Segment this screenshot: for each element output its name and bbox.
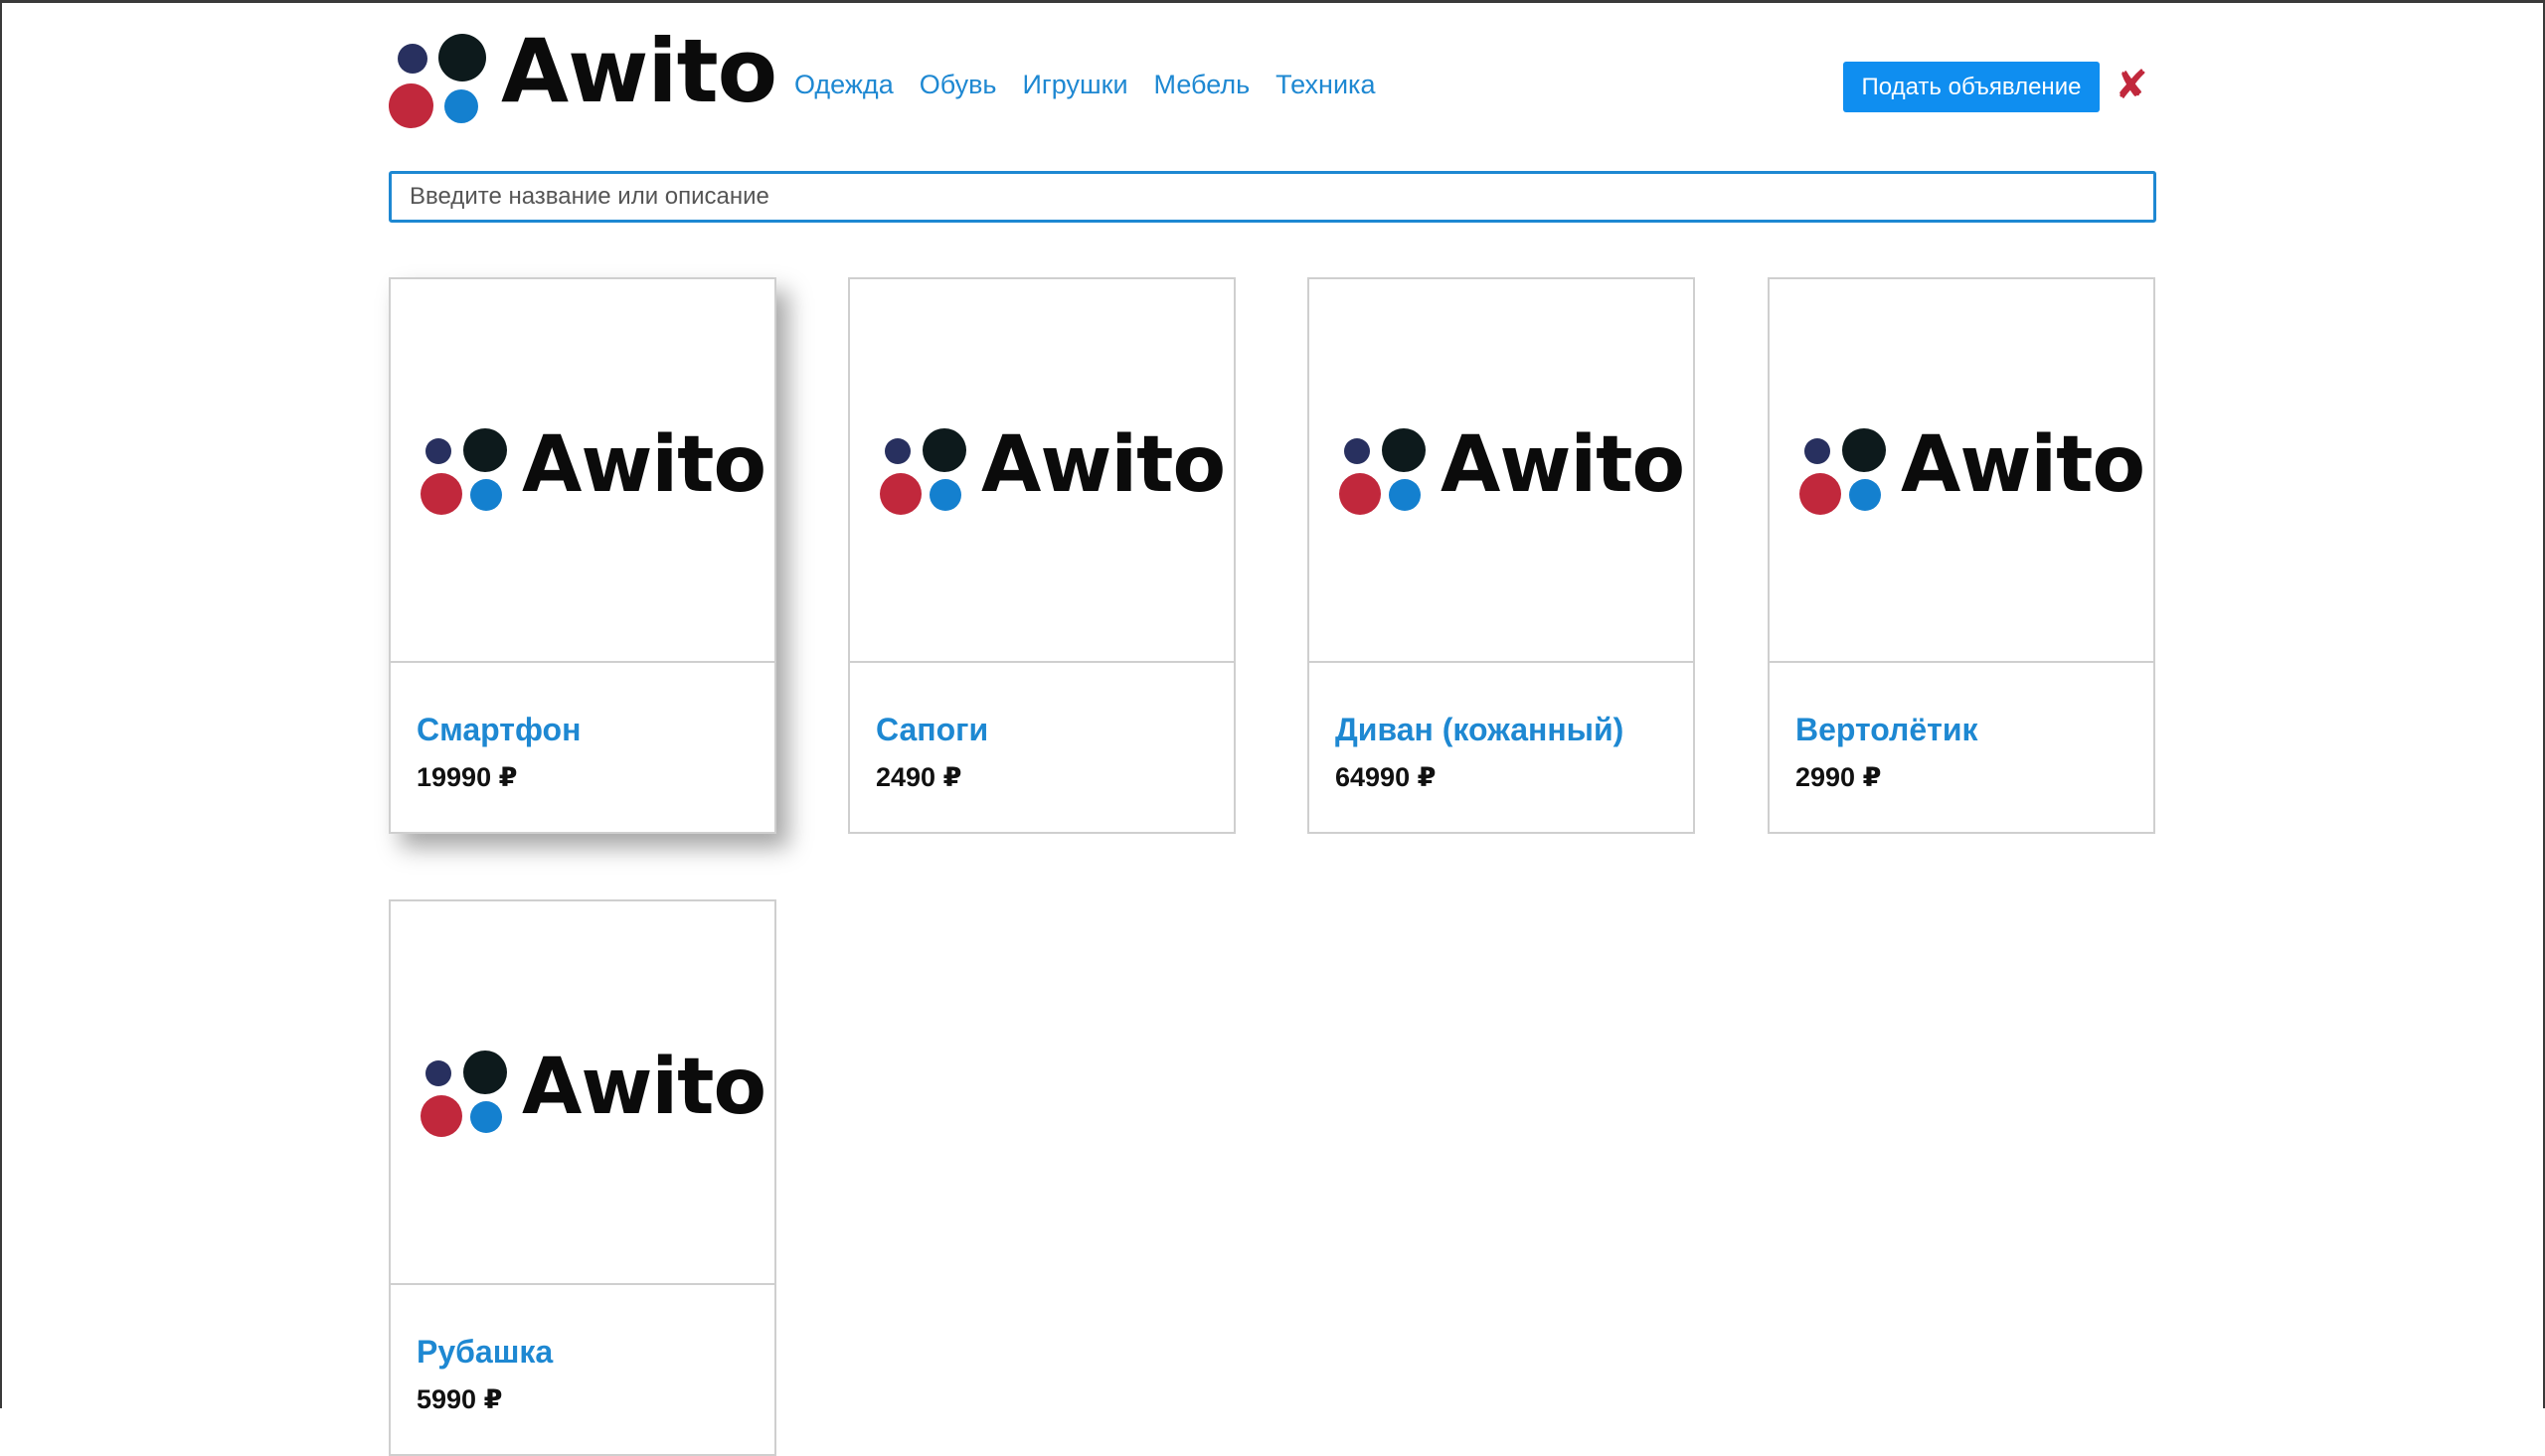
category-nav: Одежда Обувь Игрушки Мебель Техника <box>794 70 1375 100</box>
logo-dot-navy <box>425 1060 451 1086</box>
nav-link-toys[interactable]: Игрушки <box>1023 70 1128 100</box>
placeholder-logo: Awito <box>1799 426 2145 518</box>
logo-dot-navy <box>1804 438 1830 464</box>
listing-body: Смартфон 19990 ₽ <box>391 663 774 832</box>
logo-dots-icon <box>389 34 498 129</box>
logo-text: Awito <box>1441 420 1685 510</box>
listing-price: 2990 ₽ <box>1795 762 1882 793</box>
search-input[interactable] <box>389 171 2156 223</box>
logo-dot-navy <box>398 44 427 74</box>
placeholder-logo: Awito <box>880 426 1226 518</box>
listing-title[interactable]: Смартфон <box>417 712 749 747</box>
logo-dot-black <box>923 428 966 472</box>
listing-card[interactable]: Awito Сапоги 2490 ₽ <box>848 277 1236 834</box>
listing-image: Awito <box>391 901 774 1285</box>
site-logo[interactable]: Awito <box>389 28 777 129</box>
logo-dot-blue <box>1389 479 1421 511</box>
logo-dot-black <box>438 34 486 81</box>
listing-image: Awito <box>850 279 1234 663</box>
logo-dot-red <box>880 473 922 515</box>
placeholder-logo: Awito <box>421 426 766 518</box>
listing-card[interactable]: Awito Рубашка 5990 ₽ <box>389 899 776 1456</box>
nav-link-electronics[interactable]: Техника <box>1275 70 1375 100</box>
listing-price: 2490 ₽ <box>876 762 962 793</box>
listing-body: Рубашка 5990 ₽ <box>391 1285 774 1454</box>
placeholder-logo: Awito <box>1339 426 1685 518</box>
logo-text: Awito <box>501 20 777 122</box>
listing-card[interactable]: Awito Смартфон 19990 ₽ <box>389 277 776 834</box>
logo-dot-navy <box>425 438 451 464</box>
listing-card[interactable]: Awito Вертолётик 2990 ₽ <box>1768 277 2155 834</box>
logo-dot-red <box>421 473 462 515</box>
logo-text: Awito <box>522 420 766 510</box>
listing-body: Сапоги 2490 ₽ <box>850 663 1234 832</box>
close-icon[interactable]: ✘ <box>2112 64 2151 107</box>
logo-dot-red <box>389 83 433 128</box>
header: Awito Одежда Обувь Игрушки Мебель Техник… <box>389 0 2156 149</box>
page: Awito Одежда Обувь Игрушки Мебель Техник… <box>389 0 2156 1456</box>
logo-dot-black <box>1842 428 1886 472</box>
listing-card[interactable]: Awito Диван (кожанный) 64990 ₽ <box>1307 277 1695 834</box>
nav-link-shoes[interactable]: Обувь <box>920 70 997 100</box>
logo-text: Awito <box>1901 420 2145 510</box>
listing-title[interactable]: Вертолётик <box>1795 712 2127 747</box>
logo-text: Awito <box>981 420 1226 510</box>
logo-dot-navy <box>1344 438 1370 464</box>
logo-text: Awito <box>522 1043 766 1132</box>
logo-dot-blue <box>470 479 502 511</box>
listing-title[interactable]: Сапоги <box>876 712 1208 747</box>
nav-link-clothes[interactable]: Одежда <box>794 70 894 100</box>
listing-title[interactable]: Рубашка <box>417 1334 749 1370</box>
logo-dot-red <box>421 1095 462 1137</box>
logo-dot-black <box>463 428 507 472</box>
listing-image: Awito <box>1770 279 2153 663</box>
listing-price: 5990 ₽ <box>417 1384 503 1415</box>
placeholder-logo: Awito <box>421 1049 766 1140</box>
listing-price: 64990 ₽ <box>1335 762 1437 793</box>
listing-body: Вертолётик 2990 ₽ <box>1770 663 2153 832</box>
listing-image: Awito <box>1309 279 1693 663</box>
nav-link-furniture[interactable]: Мебель <box>1154 70 1251 100</box>
window-left-border <box>0 0 2 1408</box>
listing-title[interactable]: Диван (кожанный) <box>1335 712 1667 747</box>
logo-dot-black <box>463 1051 507 1094</box>
listing-price: 19990 ₽ <box>417 762 518 793</box>
logo-dot-red <box>1339 473 1381 515</box>
logo-dot-red <box>1799 473 1841 515</box>
logo-dot-blue <box>930 479 961 511</box>
logo-dot-blue <box>444 89 478 123</box>
post-ad-button[interactable]: Подать объявление <box>1843 62 2100 112</box>
logo-dot-blue <box>470 1101 502 1133</box>
logo-dot-blue <box>1849 479 1881 511</box>
logo-dot-navy <box>885 438 911 464</box>
logo-dot-black <box>1382 428 1426 472</box>
search-bar <box>389 171 2156 223</box>
listing-body: Диван (кожанный) 64990 ₽ <box>1309 663 1693 832</box>
listing-image: Awito <box>391 279 774 663</box>
